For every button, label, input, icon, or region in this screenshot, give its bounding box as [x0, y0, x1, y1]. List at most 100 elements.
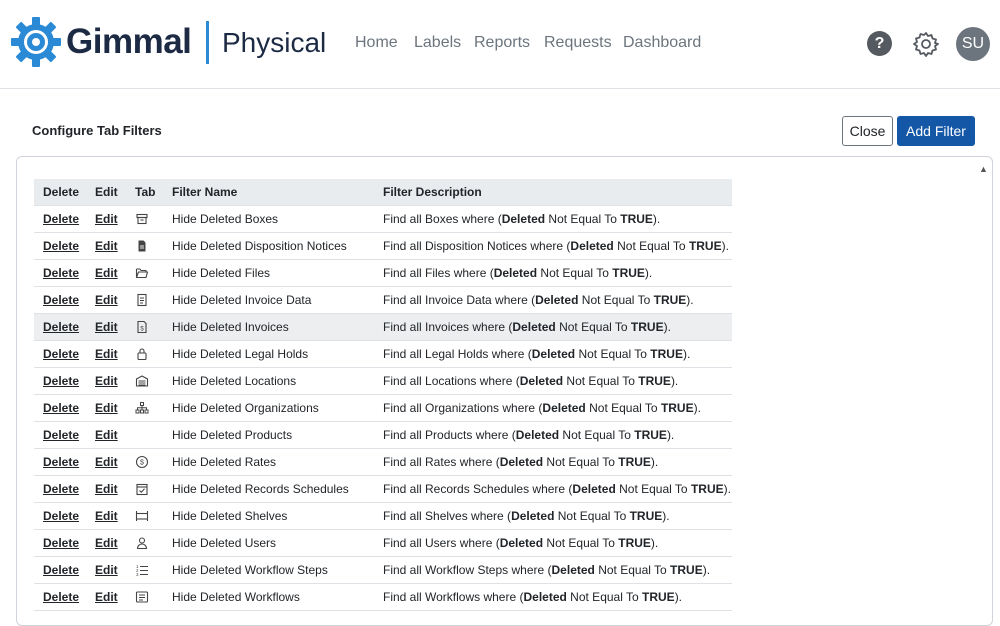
delete-cell: Delete [34, 286, 87, 314]
delete-cell: Delete [34, 205, 87, 233]
edit-cell: Edit [87, 340, 127, 368]
edit-cell: Edit [87, 475, 127, 503]
description-field: Deleted [572, 481, 616, 496]
edit-link[interactable]: Edit [95, 401, 118, 415]
description-operator: Not Equal To [543, 454, 619, 469]
delete-link[interactable]: Delete [43, 347, 79, 361]
nav-home[interactable]: Home [355, 34, 398, 52]
tab-cell: $ [127, 448, 164, 476]
column-header-filter-name[interactable]: Filter Name [164, 179, 375, 206]
delete-link[interactable]: Delete [43, 509, 79, 523]
tab-cell [127, 502, 164, 530]
filter-description: Find all Products where (Deleted Not Equ… [375, 421, 732, 449]
delete-link[interactable]: Delete [43, 401, 79, 415]
edit-link[interactable]: Edit [95, 293, 118, 307]
calendar-check-icon [135, 482, 149, 496]
description-value: TRUE [670, 562, 703, 577]
description-field: Deleted [542, 400, 586, 415]
description-value: TRUE [660, 400, 694, 415]
delete-cell: Delete [34, 313, 87, 341]
edit-link[interactable]: Edit [95, 455, 118, 469]
edit-link[interactable]: Edit [95, 320, 118, 334]
description-suffix: ). [723, 481, 731, 496]
description-field: Deleted [519, 373, 564, 388]
document-text-icon [135, 293, 149, 307]
gear-icon[interactable] [913, 31, 939, 57]
add-filter-button[interactable]: Add Filter [897, 116, 975, 146]
filter-name: Hide Deleted Products [164, 421, 375, 449]
description-field: Deleted [499, 454, 544, 469]
column-header-filter-description[interactable]: Filter Description [375, 179, 732, 206]
table-row: Delete Edit $ Hide Deleted Rates Find all Ra… [34, 448, 732, 476]
edit-cell: Edit [87, 232, 127, 260]
delete-link[interactable]: Delete [43, 239, 79, 253]
description-field: Deleted [501, 211, 546, 226]
description-prefix: Find all Shelves where ( [383, 508, 512, 523]
brand-name[interactable]: Gimmal [66, 22, 192, 62]
scroll-up-arrow-icon[interactable]: ▲ [979, 164, 989, 174]
description-field: Deleted [531, 346, 576, 361]
description-value: TRUE [653, 292, 687, 307]
delete-link[interactable]: Delete [43, 536, 79, 550]
edit-link[interactable]: Edit [95, 239, 118, 253]
edit-link[interactable]: Edit [95, 590, 118, 604]
delete-link[interactable]: Delete [43, 563, 79, 577]
edit-link[interactable]: Edit [95, 374, 118, 388]
filter-name: Hide Deleted Users [164, 529, 375, 557]
description-suffix: ). [702, 562, 711, 577]
help-icon[interactable]: ? [867, 31, 892, 56]
description-operator: Not Equal To [545, 211, 621, 226]
delete-link[interactable]: Delete [43, 374, 79, 388]
nav-reports[interactable]: Reports [474, 34, 530, 52]
filters-table: Delete Edit Tab Filter Name Filter Descr… [34, 179, 732, 611]
filter-name: Hide Deleted Boxes [164, 205, 375, 233]
delete-link[interactable]: Delete [43, 482, 79, 496]
folder-open-icon [135, 266, 149, 280]
edit-cell: Edit [87, 205, 127, 233]
delete-cell: Delete [34, 529, 87, 557]
filter-name: Hide Deleted Rates [164, 448, 375, 476]
filter-name: Hide Deleted Locations [164, 367, 375, 395]
table-row: Delete Edit Hide Deleted Shelves Find all S… [34, 502, 732, 530]
table-row: Delete Edit Hide Deleted Files Find all Fil… [34, 259, 732, 287]
description-prefix: Find all Invoices where ( [383, 319, 513, 334]
avatar[interactable]: SU [956, 27, 990, 61]
filter-name: Hide Deleted Workflows [164, 583, 375, 611]
filter-description: Find all Shelves where (Deleted Not Equa… [375, 502, 732, 530]
description-prefix: Find all Rates where ( [383, 454, 500, 469]
description-prefix: Find all Files where ( [383, 265, 494, 280]
edit-link[interactable]: Edit [95, 212, 118, 226]
description-suffix: ). [650, 454, 659, 469]
user-icon [135, 536, 149, 550]
delete-link[interactable]: Delete [43, 212, 79, 226]
edit-cell: Edit [87, 259, 127, 287]
brand-divider [206, 21, 209, 64]
edit-link[interactable]: Edit [95, 266, 118, 280]
edit-link[interactable]: Edit [95, 563, 118, 577]
nav-requests[interactable]: Requests [544, 34, 612, 52]
edit-link[interactable]: Edit [95, 536, 118, 550]
org-chart-icon [135, 401, 149, 415]
edit-link[interactable]: Edit [95, 347, 118, 361]
close-button[interactable]: Close [842, 116, 893, 146]
description-suffix: ). [721, 238, 729, 253]
description-prefix: Find all Disposition Notices where ( [383, 238, 571, 253]
delete-link[interactable]: Delete [43, 428, 79, 442]
edit-link[interactable]: Edit [95, 509, 118, 523]
edit-link[interactable]: Edit [95, 428, 118, 442]
description-operator: Not Equal To [543, 535, 619, 550]
filter-name: Hide Deleted Invoices [164, 313, 375, 341]
delete-link[interactable]: Delete [43, 293, 79, 307]
delete-link[interactable]: Delete [43, 320, 79, 334]
edit-link[interactable]: Edit [95, 482, 118, 496]
delete-link[interactable]: Delete [43, 455, 79, 469]
nav-labels[interactable]: Labels [414, 34, 461, 52]
filter-description: Find all Rates where (Deleted Not Equal … [375, 448, 732, 476]
delete-link[interactable]: Delete [43, 266, 79, 280]
description-operator: Not Equal To [566, 589, 643, 604]
delete-link[interactable]: Delete [43, 590, 79, 604]
tab-cell [127, 394, 164, 422]
description-suffix: ). [686, 292, 694, 307]
gimmal-gear-logo-icon[interactable] [11, 17, 61, 67]
nav-dashboard[interactable]: Dashboard [623, 34, 701, 52]
